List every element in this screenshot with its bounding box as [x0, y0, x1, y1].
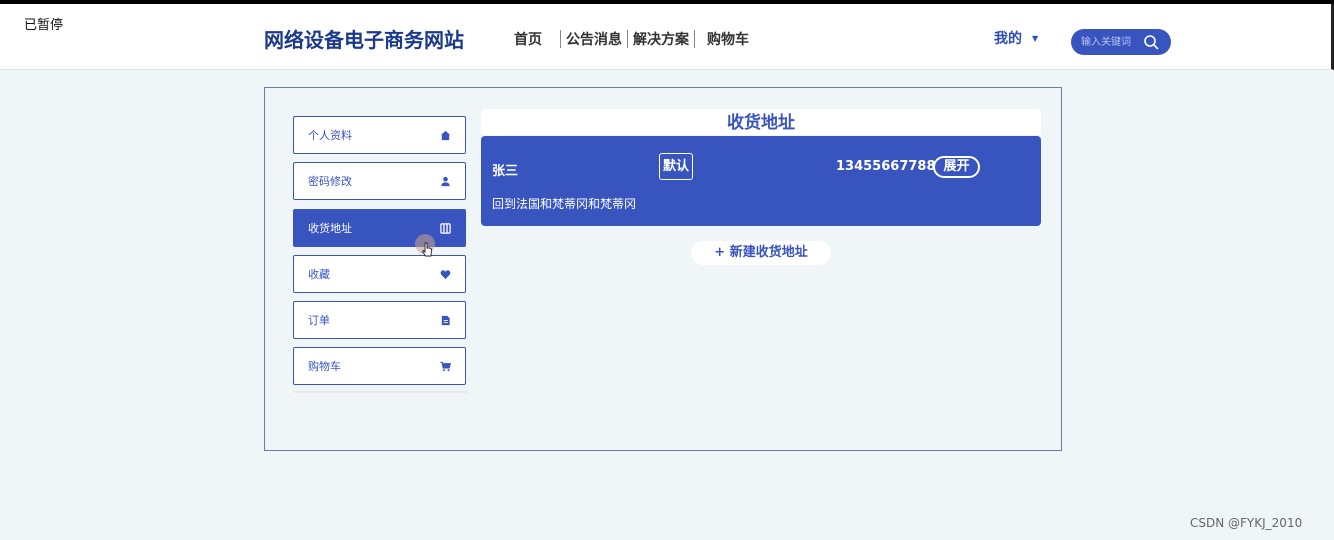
cart-icon — [440, 361, 451, 371]
search-icon[interactable] — [1143, 34, 1159, 50]
paused-indicator: 已暂停 — [24, 18, 64, 33]
user-icon — [441, 176, 450, 186]
my-account-menu[interactable]: 我的 ▼ — [994, 28, 1038, 48]
nav-announcements[interactable]: 公告消息 — [561, 29, 627, 49]
sidebar-item-label: 密码修改 — [308, 175, 352, 188]
address-detail: 回到法国和梵蒂冈和梵蒂冈 — [492, 197, 637, 211]
sidebar-divider — [293, 391, 468, 393]
map-icon — [440, 222, 451, 234]
new-address-button[interactable]: + 新建收货地址 — [691, 241, 831, 265]
default-address-button[interactable]: 默认 — [659, 153, 693, 180]
site-header: 已暂停 网络设备电子商务网站 首页 公告消息 解决方案 购物车 我的 ▼ — [0, 4, 1334, 70]
recipient-name: 张三 — [492, 164, 519, 179]
sidebar-item-orders[interactable]: 订单 — [293, 301, 466, 339]
sidebar-item-favorites[interactable]: 收藏 — [293, 255, 466, 293]
sidebar-item-password[interactable]: 密码修改 — [293, 162, 466, 200]
nav-home[interactable]: 首页 — [514, 29, 560, 49]
page-title: 收货地址 — [481, 109, 1041, 135]
sidebar-item-label: 购物车 — [308, 360, 341, 373]
hand-cursor-icon — [415, 234, 435, 257]
sidebar-item-cart[interactable]: 购物车 — [293, 347, 466, 385]
search-box — [1071, 29, 1171, 55]
site-title[interactable]: 网络设备电子商务网站 — [264, 24, 464, 53]
sidebar-item-label: 收藏 — [308, 268, 330, 281]
address-card: 张三 默认 13455667788 展开 回到法国和梵蒂冈和梵蒂冈 — [481, 136, 1041, 226]
expand-button[interactable]: 展开 — [933, 156, 980, 178]
recipient-phone: 13455667788 — [836, 159, 936, 174]
sidebar-item-label: 个人资料 — [308, 129, 352, 142]
user-center-panel: 个人资料 密码修改 收货地址 收藏 订单 购物车 收货地址 张三 默认 1345… — [264, 87, 1062, 451]
search-input[interactable] — [1079, 35, 1145, 49]
heart-icon — [440, 269, 451, 279]
sidebar-item-profile[interactable]: 个人资料 — [293, 116, 466, 154]
home-icon — [440, 130, 451, 140]
sidebar-item-label: 收货地址 — [308, 222, 352, 235]
main-nav: 首页 公告消息 解决方案 购物车 — [514, 29, 754, 49]
watermark: CSDN @FYKJ_2010 — [1190, 516, 1303, 530]
caret-down-icon: ▼ — [1032, 33, 1039, 43]
nav-solutions[interactable]: 解决方案 — [628, 29, 694, 49]
sidebar-item-address[interactable]: 收货地址 — [293, 209, 466, 247]
sidebar-item-label: 订单 — [308, 314, 330, 327]
nav-cart[interactable]: 购物车 — [695, 29, 754, 49]
my-account-label: 我的 — [994, 31, 1022, 47]
document-icon — [441, 315, 450, 325]
